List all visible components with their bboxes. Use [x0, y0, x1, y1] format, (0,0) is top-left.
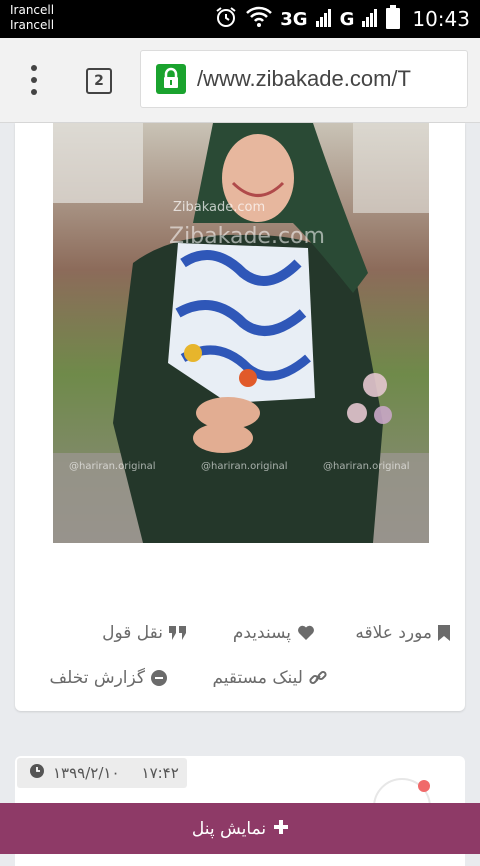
wifi-icon: [246, 6, 273, 32]
network-type-2: G: [339, 8, 355, 30]
bookmark-label: مورد علاقه: [355, 623, 432, 643]
like-label: پسندیدم: [232, 623, 291, 643]
url-text[interactable]: /www.zibakade.com/T: [197, 66, 411, 92]
report-label: گزارش تخلف: [49, 668, 146, 688]
menu-dot-icon: [31, 65, 37, 71]
post-card: Zibakade.com Zibakade.com @hariran.origi…: [15, 123, 465, 711]
signal-icon: [315, 7, 332, 31]
menu-dot-icon: [31, 77, 37, 83]
online-status-dot: [418, 780, 430, 792]
image-credit: @hariran.original: [323, 461, 410, 472]
post-actions-row-2: لینک مستقیم گزارش تخلف: [15, 663, 465, 693]
carrier-name-2: Irancell: [10, 18, 55, 32]
post-image[interactable]: Zibakade.com Zibakade.com @hariran.origi…: [53, 123, 429, 543]
status-indicators: 3G G 10:43: [214, 5, 470, 33]
quote-label: نقل قول: [102, 623, 163, 643]
plus-icon: [274, 819, 289, 839]
secure-lock-icon[interactable]: [156, 64, 186, 94]
direct-link-action[interactable]: لینک مستقیم: [212, 663, 327, 693]
carrier-name-1: Irancell: [10, 3, 55, 17]
show-panel-label: نمایش پنل: [191, 818, 267, 839]
clock: 10:43: [412, 7, 470, 31]
show-panel-button[interactable]: نمایش پنل: [0, 803, 480, 854]
bookmark-icon: [438, 625, 450, 641]
post-time: ۱۷:۴۲: [141, 764, 179, 782]
post-timestamp: ۱۳۹۹/۲/۱۰ ۱۷:۴۲: [17, 758, 187, 788]
network-type-1: 3G: [280, 8, 308, 30]
address-bar[interactable]: /www.zibakade.com/T: [140, 50, 468, 108]
post-actions-row-1: مورد علاقه پسندیدم نقل قول: [15, 618, 465, 648]
like-action[interactable]: پسندیدم: [233, 618, 315, 648]
image-credit: @hariran.original: [69, 461, 156, 472]
link-icon: [309, 669, 327, 687]
minus-circle-icon: [151, 670, 167, 686]
signal-icon-2: [362, 7, 378, 31]
image-watermark-small: Zibakade.com: [173, 200, 265, 215]
image-watermark: Zibakade.com: [169, 224, 325, 249]
overflow-menu-button[interactable]: [18, 60, 50, 100]
tab-switcher-button[interactable]: 2: [86, 68, 112, 94]
direct-link-label: لینک مستقیم: [212, 668, 303, 688]
image-credit: @hariran.original: [201, 461, 288, 472]
quote-icon: [169, 626, 187, 640]
report-action[interactable]: گزارش تخلف: [49, 663, 167, 693]
status-bar: Irancell Irancell 3G G 10:43: [0, 0, 480, 38]
clock-icon: [29, 763, 45, 783]
quote-action[interactable]: نقل قول: [102, 618, 187, 648]
post-date: ۱۳۹۹/۲/۱۰: [53, 764, 120, 782]
alarm-icon: [214, 5, 238, 33]
heart-icon: [297, 625, 315, 641]
battery-icon: [386, 5, 401, 33]
browser-toolbar: 2 /www.zibakade.com/T: [0, 38, 480, 123]
bookmark-action[interactable]: مورد علاقه: [355, 618, 450, 648]
menu-dot-icon: [31, 89, 37, 95]
